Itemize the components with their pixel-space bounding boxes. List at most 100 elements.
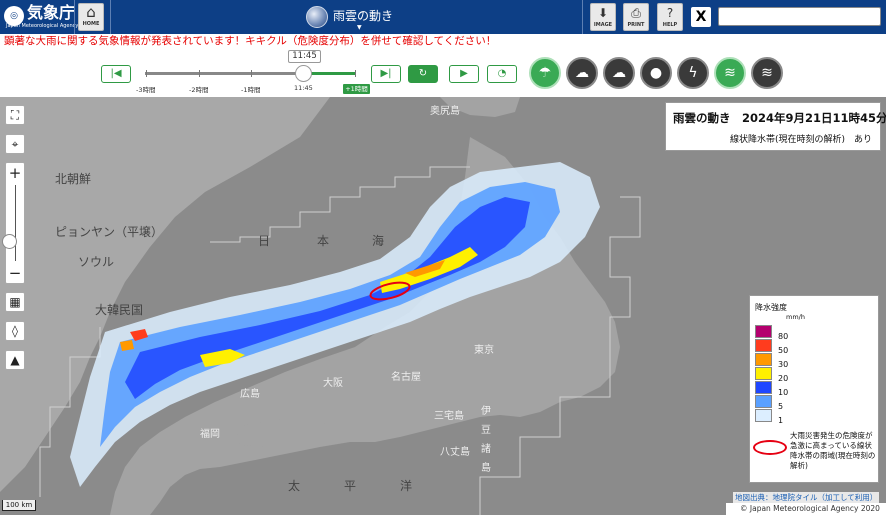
zoom-slider-handle[interactable] bbox=[2, 234, 17, 249]
mountain-icon: ▲ bbox=[10, 353, 20, 367]
header-bar: ◎ 気象庁 Japan Meteorological Agency ⌂ HOME… bbox=[0, 0, 886, 34]
rain-map[interactable]: 奥尻島 北朝鮮 ピョンヤン（平壌） ソウル 大韓民国 日 本 海 東京 名古屋 … bbox=[0, 97, 886, 515]
header-divider bbox=[74, 0, 75, 34]
cloud-upload-icon: ☁ bbox=[575, 65, 589, 81]
heavy-rain-alert-link[interactable]: 顕著な大雨に関する気象情報が発表されています！キキクル（危険度分布）を併せて確認… bbox=[4, 35, 496, 47]
time-slider-handle[interactable] bbox=[295, 65, 312, 82]
print-label: PRINT bbox=[627, 22, 645, 28]
fullscreen-button[interactable]: ⛶ bbox=[5, 105, 25, 125]
download-icon: ⬇ bbox=[597, 6, 609, 20]
legend-swatch bbox=[755, 339, 772, 352]
page-title-menu[interactable]: 雨雲の動き ▼ bbox=[306, 4, 416, 32]
layer-cloud-rain-button[interactable]: ☁ bbox=[603, 57, 635, 89]
linear-rainband-forecast-icon: ≋ bbox=[761, 65, 773, 81]
terrain-button[interactable]: ▲ bbox=[5, 350, 25, 370]
rain-cloud-icon: ☂ bbox=[538, 65, 552, 81]
tick-label: 11:45 bbox=[294, 84, 313, 92]
place-label: 八丈島 bbox=[440, 447, 470, 458]
app-root: ◎ 気象庁 Japan Meteorological Agency ⌂ HOME… bbox=[0, 0, 886, 515]
globe-icon bbox=[306, 6, 328, 28]
help-label: HELP bbox=[662, 22, 678, 28]
question-icon: ? bbox=[666, 6, 674, 20]
speed-button[interactable]: ◔ bbox=[487, 65, 517, 83]
drop-icon: ◊ bbox=[12, 324, 18, 338]
layer-rain-radar-button[interactable]: ☂ bbox=[529, 57, 561, 89]
search-input[interactable] bbox=[718, 7, 881, 26]
zoom-control: + − bbox=[5, 162, 25, 284]
info-title: 雨雲の動き 2024年9月21日11時45分 bbox=[673, 111, 886, 125]
layer-rainband-forecast-button[interactable]: ≋ bbox=[751, 57, 783, 89]
legend-label: 50 bbox=[778, 346, 789, 355]
legend-swatch bbox=[755, 395, 772, 408]
precipitation-legend: 降水強度 mm/h 80 50 30 20 10 5 1 大雨災害発生の危険度が急激に高まっ… bbox=[749, 295, 879, 483]
place-label: 諸 bbox=[481, 444, 491, 455]
place-label: 島 bbox=[481, 463, 491, 474]
place-label: 海 bbox=[372, 234, 385, 248]
fullscreen-icon: ⛶ bbox=[10, 108, 20, 122]
map-style-button[interactable]: ▦ bbox=[5, 292, 25, 312]
home-icon: ⌂ bbox=[86, 3, 96, 21]
place-label: 伊 bbox=[481, 406, 491, 417]
water-drop-icon: ● bbox=[649, 65, 663, 81]
layer-rainband-button[interactable]: ≋ bbox=[714, 57, 746, 89]
header-divider bbox=[582, 0, 583, 34]
skip-forward-icon: ▶| bbox=[380, 68, 392, 79]
legend-label: 10 bbox=[778, 388, 789, 397]
print-button[interactable]: ⎙ PRINT bbox=[623, 3, 649, 31]
legend-swatch bbox=[755, 353, 772, 366]
layer-lightning-button[interactable]: ϟ bbox=[677, 57, 709, 89]
slider-tick bbox=[251, 70, 252, 77]
speedometer-icon: ◔ bbox=[497, 68, 507, 79]
place-label: 奥尻島 bbox=[430, 106, 460, 117]
jma-logo[interactable]: ◎ 気象庁 Japan Meteorological Agency bbox=[4, 3, 78, 31]
legend-swatch bbox=[755, 367, 772, 380]
tick-label: -1時間 bbox=[241, 86, 261, 94]
place-label: ソウル bbox=[78, 255, 115, 269]
slider-tick bbox=[146, 70, 147, 77]
rainband-legend-symbol bbox=[753, 440, 787, 455]
place-label: 名古屋 bbox=[391, 372, 421, 383]
page-title: 雨雲の動き bbox=[333, 9, 394, 23]
place-label: 福岡 bbox=[200, 429, 220, 440]
layer-cloud-button[interactable]: ☁ bbox=[566, 57, 598, 89]
chevron-down-icon: ▼ bbox=[357, 24, 362, 31]
layer-drop-button[interactable]: ● bbox=[640, 57, 672, 89]
scale-bar: 100 km bbox=[2, 500, 36, 511]
jump-start-button[interactable]: |◀ bbox=[101, 65, 131, 83]
linear-rainband-icon: ≋ bbox=[724, 65, 736, 81]
zoom-out-button[interactable]: − bbox=[6, 263, 24, 283]
place-label: 東京 bbox=[474, 345, 494, 356]
rain-layer-toggle-button[interactable]: ◊ bbox=[5, 321, 25, 341]
x-share-button[interactable]: X bbox=[691, 7, 711, 27]
place-label: 洋 bbox=[400, 479, 413, 493]
current-location-button[interactable]: ⌖ bbox=[5, 134, 25, 154]
header-divider bbox=[110, 0, 111, 34]
home-button[interactable]: ⌂ HOME bbox=[78, 3, 104, 31]
place-label: 太 bbox=[288, 479, 301, 493]
legend-swatch bbox=[755, 325, 772, 338]
tick-label: -3時間 bbox=[136, 86, 156, 94]
legend-label: 1 bbox=[778, 416, 784, 425]
location-pin-icon: ⌖ bbox=[11, 137, 19, 151]
map-info-box: 雨雲の動き 2024年9月21日11時45分 線状降水帯(現在時刻の解析) あり bbox=[665, 102, 886, 151]
logo-ja-text: 気象庁 bbox=[27, 3, 76, 22]
slider-tick bbox=[199, 70, 200, 77]
refresh-latest-button[interactable]: ↻ bbox=[408, 65, 438, 83]
play-icon: ▶ bbox=[460, 68, 468, 79]
legend-label: 20 bbox=[778, 374, 789, 383]
place-label: 広島 bbox=[240, 389, 260, 400]
future-range-label: +1時間 bbox=[343, 84, 370, 94]
place-label: ピョンヤン（平壌） bbox=[55, 225, 164, 239]
refresh-icon: ↻ bbox=[418, 68, 428, 79]
legend-unit: mm/h bbox=[786, 313, 805, 321]
help-button[interactable]: ? HELP bbox=[657, 3, 683, 31]
slider-tick bbox=[355, 70, 356, 77]
map-attribution-link[interactable]: 地図出典：地理院タイル（加工して利用） bbox=[733, 492, 880, 503]
image-download-button[interactable]: ⬇ IMAGE bbox=[590, 3, 616, 31]
zoom-in-button[interactable]: + bbox=[6, 163, 24, 183]
zoom-slider-track[interactable] bbox=[15, 185, 16, 261]
lightning-icon: ϟ bbox=[688, 65, 698, 81]
copyright-text: © Japan Meteorological Agency 2020 bbox=[726, 503, 886, 515]
play-button[interactable]: ▶ bbox=[449, 65, 479, 83]
jump-end-button[interactable]: ▶| bbox=[371, 65, 401, 83]
